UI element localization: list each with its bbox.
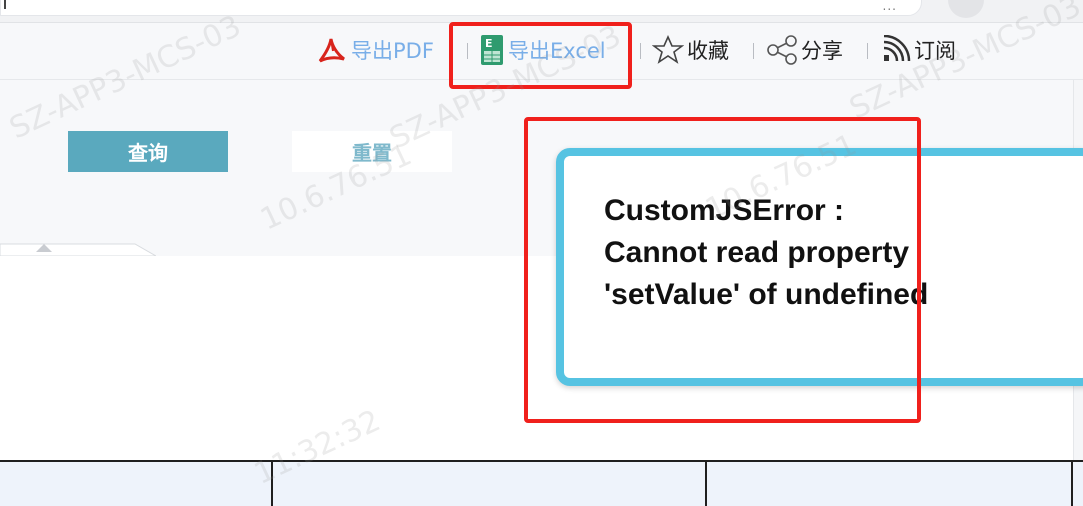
share-icon bbox=[766, 35, 798, 65]
address-bar[interactable]: ... bbox=[0, 0, 922, 16]
subscribe-label: 订阅 bbox=[914, 39, 956, 63]
browser-chrome: ... bbox=[0, 0, 1083, 23]
annotation-box-error bbox=[524, 117, 921, 423]
star-icon bbox=[652, 35, 684, 65]
address-bar-tail: ... bbox=[882, 0, 897, 13]
collapse-panel-tab[interactable] bbox=[0, 240, 156, 256]
rss-icon bbox=[881, 35, 911, 65]
favorite-label: 收藏 bbox=[687, 39, 729, 63]
table-column-divider bbox=[1071, 462, 1073, 506]
table-column-divider bbox=[705, 462, 707, 506]
toolbar-separator bbox=[753, 43, 754, 59]
annotation-box-export-excel bbox=[449, 22, 632, 89]
subscribe-button[interactable]: 订阅 bbox=[881, 35, 956, 65]
toolbar-separator bbox=[867, 43, 868, 59]
pdf-icon bbox=[316, 35, 348, 65]
browser-profile-button[interactable] bbox=[948, 0, 984, 18]
favorite-button[interactable]: 收藏 bbox=[652, 35, 729, 65]
export-pdf-label: 导出PDF bbox=[351, 39, 434, 63]
search-button[interactable]: 查询 bbox=[68, 131, 228, 172]
text-caret bbox=[4, 0, 6, 9]
toolbar-separator bbox=[640, 43, 641, 59]
reset-button[interactable]: 重置 bbox=[292, 131, 452, 172]
share-label: 分享 bbox=[801, 39, 843, 63]
share-button[interactable]: 分享 bbox=[766, 35, 843, 65]
table-column-divider bbox=[271, 462, 273, 506]
report-table bbox=[0, 460, 1083, 506]
export-pdf-button[interactable]: 导出PDF bbox=[316, 35, 434, 65]
